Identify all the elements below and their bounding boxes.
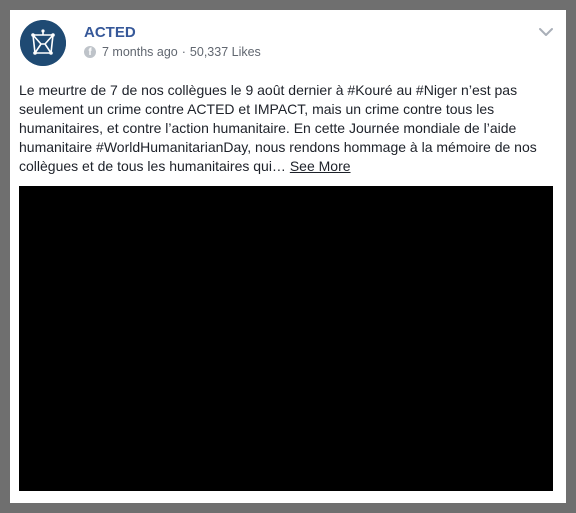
avatar[interactable] (20, 20, 66, 66)
chevron-down-icon[interactable] (536, 22, 556, 42)
video-player[interactable] (19, 186, 553, 491)
post-timestamp[interactable]: 7 months ago (102, 45, 178, 59)
post-body-text: Le meurtre de 7 de nos collègues le 9 ao… (19, 82, 537, 174)
acted-logo-icon (20, 20, 66, 66)
post-meta: f 7 months ago · 50,337 Likes (84, 45, 261, 59)
post-body: Le meurtre de 7 de nos collègues le 9 ao… (19, 81, 559, 176)
post-card: ACTED f 7 months ago · 50,337 Likes Le m… (10, 10, 566, 503)
facebook-icon: f (84, 46, 96, 58)
see-more-link[interactable]: See More (290, 158, 351, 174)
page-name-link[interactable]: ACTED (84, 24, 136, 41)
post-header: ACTED f 7 months ago · 50,337 Likes (20, 20, 556, 66)
page-likes-count: 50,337 Likes (189, 45, 261, 59)
meta-separator: · (181, 45, 186, 59)
